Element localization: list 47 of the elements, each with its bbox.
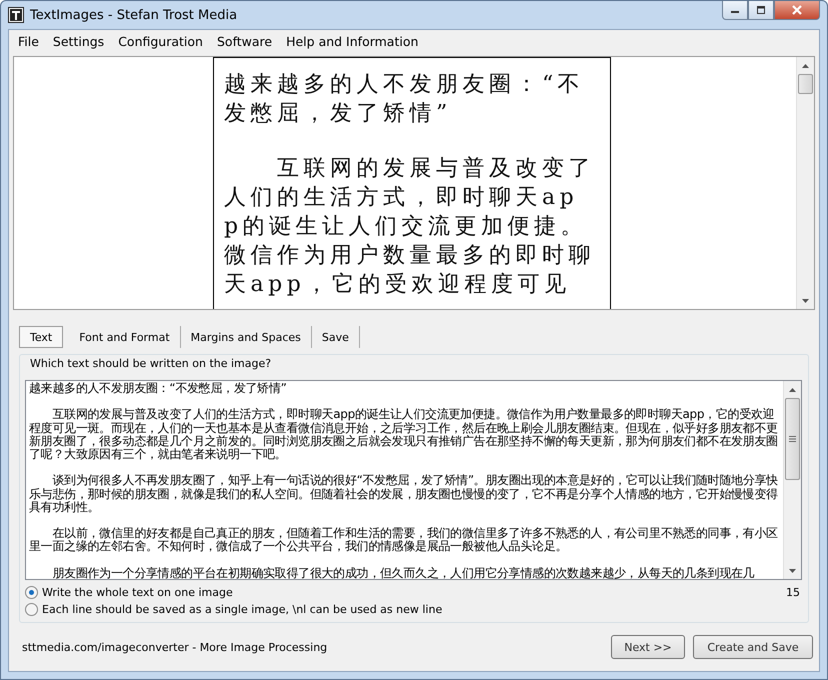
menu-item[interactable]: Settings — [46, 34, 112, 48]
text-paragraph: 在以前，微信里的好友都是自己真正的朋友，但随着工作和生活的需要，我们的微信里多了许多不熟悉的人，有公司里不熟悉的同事，有小区里一面之缘的左邻右舍。不知何时，微信成了一个公共平台，我们的情感像是展品一般被他人品头论足。 — [29, 527, 779, 554]
scroll-thumb[interactable] — [785, 398, 800, 480]
preview-text-line: 天app，它的受欢迎程度可见 — [224, 271, 572, 299]
scrollbar[interactable] — [783, 381, 801, 579]
preview-text-line: 发憋屈，发了矫情” — [224, 100, 453, 128]
radio-button[interactable] — [25, 603, 38, 616]
scroll-down-arrow-icon[interactable] — [802, 298, 809, 302]
action-button[interactable]: Next >> — [611, 635, 685, 659]
preview-text-line: 人们的生活方式，即时聊天ap — [224, 184, 580, 212]
radio-option[interactable]: Write the whole text on one image — [25, 586, 442, 599]
minimize-button[interactable] — [722, 1, 748, 20]
preview-text-line: 越来越多的人不发朋友圈：“不 — [224, 71, 586, 99]
line-count: 15 — [786, 586, 800, 601]
scrollbar[interactable] — [796, 57, 814, 309]
text-paragraph: 越来越多的人不发朋友圈：“不发憋屈，发了矫情” — [29, 382, 288, 396]
status-link[interactable]: sttmedia.com/imageconverter - More Image Processing — [22, 640, 328, 654]
menu-item[interactable]: Software — [210, 34, 280, 48]
maximize-button[interactable] — [748, 1, 774, 20]
radio-button[interactable] — [25, 586, 38, 599]
scroll-down-arrow-icon[interactable] — [789, 568, 796, 572]
group-title: Which text should be written on the image? — [30, 357, 272, 370]
scroll-up-arrow-icon[interactable] — [802, 64, 809, 68]
close-icon — [791, 5, 803, 15]
text-paragraph: 朋友圈作为一个分享情感的平台在初期确实取得了很大的成功，但久而久之，人们用它分享情感的次数越来越少，从每天的几条到现在几 — [51, 566, 756, 579]
app-icon — [8, 7, 24, 23]
preview-text-line: p的诞生让人们交流更加便捷。 — [224, 213, 588, 241]
menu-item[interactable]: File — [11, 34, 46, 48]
scroll-up-arrow-icon[interactable] — [789, 388, 796, 392]
text-paragraph: 互联网的发展与普及改变了人们的生活方式，即时聊天app的诞生让人们交流更加便捷。微信作为用户数量最多的即时聊天app，它的受欢迎程度可见一斑。而现在，人们的一天也基本是从查看微信消息开始，之后学习工作，然后在晚上刷会儿朋友圈结束。但现在，似乎好多朋友都不更新朋友圈了，很多动态都是几个月之前发的。同时浏览朋友圈之后就会发现只有推销广告在那坚持不懈的每天更新，那为何朋友们都不在发朋友圈了呢？大致原因有三个，就由笔者来说明一下吧。 — [29, 408, 779, 462]
text-paragraph: 谈到为何很多人不再发朋友圈了，知乎上有一句话说的很好“不发憋屈，发了矫情”。朋友圈出现的本意是好的，它可以让我们随时随地分享快乐与悲伤，那时候的朋友圈，就像是我们的私人空间。但随着社会的发展，朋友圈也慢慢的变了，它不再是分享个人情感的地方，它开始慢慢变得具有功利性。 — [29, 474, 779, 514]
radio-option[interactable]: Each line should be saved as a single image, \nl can be used as new line — [25, 603, 442, 616]
menu-item[interactable]: Configuration — [111, 34, 210, 48]
menu-item[interactable]: Help and Information — [279, 34, 426, 48]
scroll-thumb[interactable] — [798, 74, 813, 94]
tab[interactable]: Text — [19, 326, 64, 348]
text-input-field[interactable] — [25, 380, 802, 580]
close-button[interactable] — [774, 1, 820, 20]
grip-icon — [789, 436, 796, 442]
window-title: TextImages - Stefan Trost Media — [30, 8, 238, 22]
preview-text-line: 微信作为用户数量最多的即时聊 — [224, 242, 596, 270]
tab[interactable]: Save — [312, 326, 360, 348]
tab[interactable]: Margins and Spaces — [180, 326, 312, 348]
action-button[interactable]: Create and Save — [693, 635, 813, 659]
maximize-icon — [756, 6, 766, 14]
tab[interactable]: Font and Format — [69, 326, 181, 348]
preview-text-line: 互联网的发展与普及改变了 — [276, 155, 596, 183]
